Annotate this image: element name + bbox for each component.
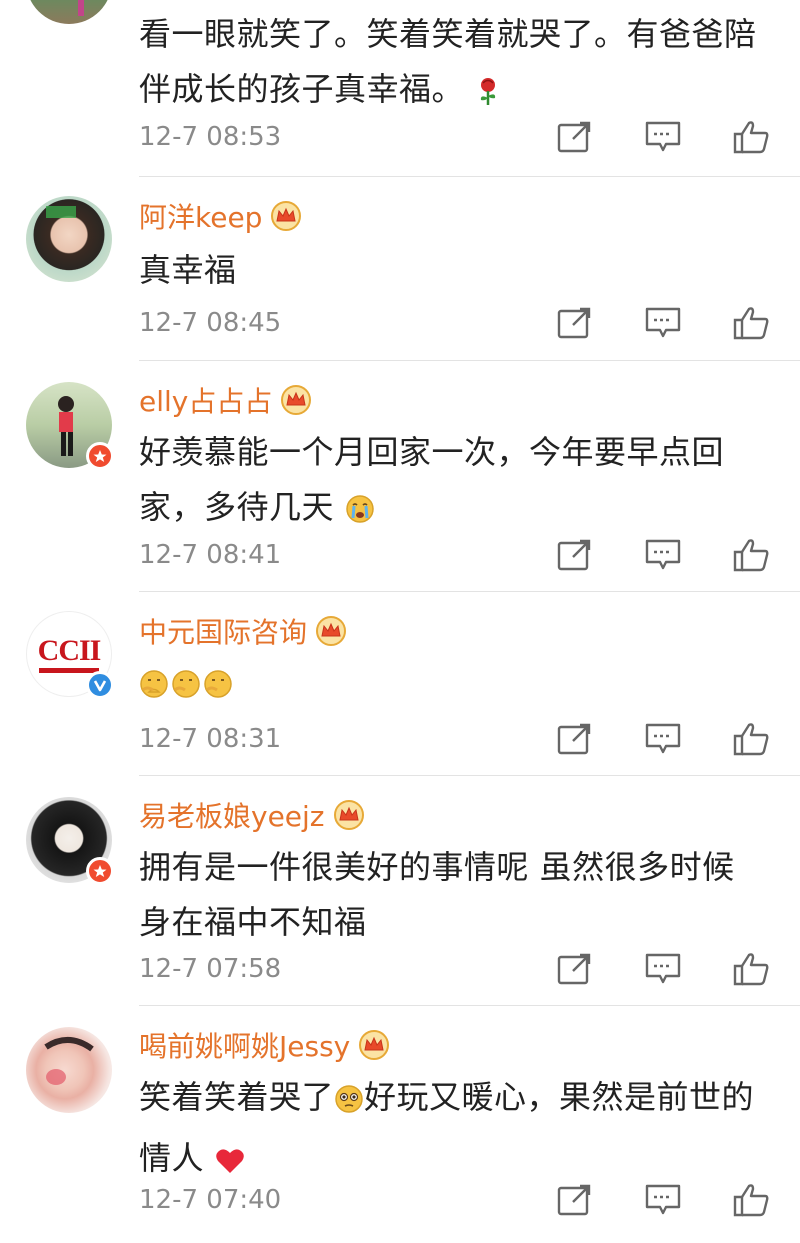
share-icon[interactable] <box>556 722 594 756</box>
user-row: 易老板娘yeejz <box>139 795 365 835</box>
comment-actions <box>556 722 770 756</box>
divider <box>139 176 800 177</box>
avatar[interactable]: CCII <box>26 611 114 699</box>
avatar-logo-text: CCII <box>37 633 102 667</box>
like-icon[interactable] <box>732 120 770 154</box>
comment-text: 看一眼就笑了。笑着笑着就哭了。有爸爸陪 伴成长的孩子真幸福。 <box>139 7 779 123</box>
comment-actions <box>556 120 770 154</box>
user-row: elly占占占 <box>139 380 312 420</box>
divider <box>139 1005 800 1006</box>
comment-icon[interactable] <box>644 306 682 340</box>
timestamp: 12-7 08:53 <box>139 122 282 152</box>
comment-text: 笑着笑着哭了 好玩又暖心，果然是前世的 情人 <box>139 1070 779 1192</box>
verified-badge <box>86 857 114 885</box>
pleading-face-icon <box>334 1076 364 1131</box>
user-row: 阿洋keep <box>139 196 302 236</box>
share-icon[interactable] <box>556 120 594 154</box>
username[interactable]: 易老板娘yeejz <box>139 795 325 835</box>
comment-icon[interactable] <box>644 538 682 572</box>
avatar[interactable] <box>26 196 112 282</box>
crown-icon <box>271 201 302 231</box>
avatar[interactable] <box>26 0 112 24</box>
comment-actions <box>556 1183 770 1217</box>
divider <box>139 775 800 776</box>
divider <box>139 360 800 361</box>
avatar[interactable] <box>26 382 114 470</box>
username[interactable]: 阿洋keep <box>139 196 262 236</box>
comment-icon[interactable] <box>644 722 682 756</box>
divider <box>139 591 800 592</box>
like-icon[interactable] <box>732 722 770 756</box>
like-icon[interactable] <box>732 306 770 340</box>
comment-text: 好羡慕能一个月回家一次，今年要早点回 家，多待几天 <box>139 425 779 541</box>
heart-icon <box>215 1137 245 1192</box>
timestamp: 12-7 08:31 <box>139 724 282 754</box>
like-icon[interactable] <box>732 952 770 986</box>
user-row: 中元国际咨询 <box>139 611 347 651</box>
share-icon[interactable] <box>556 306 594 340</box>
share-icon[interactable] <box>556 952 594 986</box>
comment-actions <box>556 538 770 572</box>
crying-face-icon <box>345 486 375 541</box>
timestamp: 12-7 07:40 <box>139 1185 282 1215</box>
crown-icon <box>333 800 364 830</box>
verified-badge <box>86 442 114 470</box>
like-icon[interactable] <box>732 1183 770 1217</box>
crown-icon <box>316 616 347 646</box>
crown-icon <box>359 1030 390 1060</box>
avatar[interactable] <box>26 1027 112 1113</box>
comment-icon[interactable] <box>644 1183 682 1217</box>
comment-text: 拥有是一件很美好的事情呢 虽然很多时候 身在福中不知福 <box>139 848 735 941</box>
verified-badge <box>86 671 114 699</box>
like-icon[interactable] <box>732 538 770 572</box>
share-icon[interactable] <box>556 1183 594 1217</box>
thinking-face-icon <box>139 662 235 717</box>
rose-icon <box>475 68 501 123</box>
comment-icon[interactable] <box>644 952 682 986</box>
share-icon[interactable] <box>556 538 594 572</box>
avatar[interactable] <box>26 797 114 885</box>
comment-text <box>139 656 779 717</box>
username[interactable]: 中元国际咨询 <box>139 611 307 651</box>
crown-icon <box>281 385 312 415</box>
comment-actions <box>556 952 770 986</box>
comment-feed: 看一眼就笑了。笑着笑着就哭了。有爸爸陪 伴成长的孩子真幸福。 12-7 08:5… <box>0 0 800 1243</box>
timestamp: 12-7 08:45 <box>139 308 282 338</box>
comment-actions <box>556 306 770 340</box>
user-row: 喝前姚啊姚Jessy <box>139 1025 390 1065</box>
comment-icon[interactable] <box>644 120 682 154</box>
username[interactable]: 喝前姚啊姚Jessy <box>139 1025 350 1065</box>
timestamp: 12-7 08:41 <box>139 540 282 570</box>
timestamp: 12-7 07:58 <box>139 954 282 984</box>
username[interactable]: elly占占占 <box>139 380 272 420</box>
comment-text: 真幸福 <box>139 251 237 289</box>
